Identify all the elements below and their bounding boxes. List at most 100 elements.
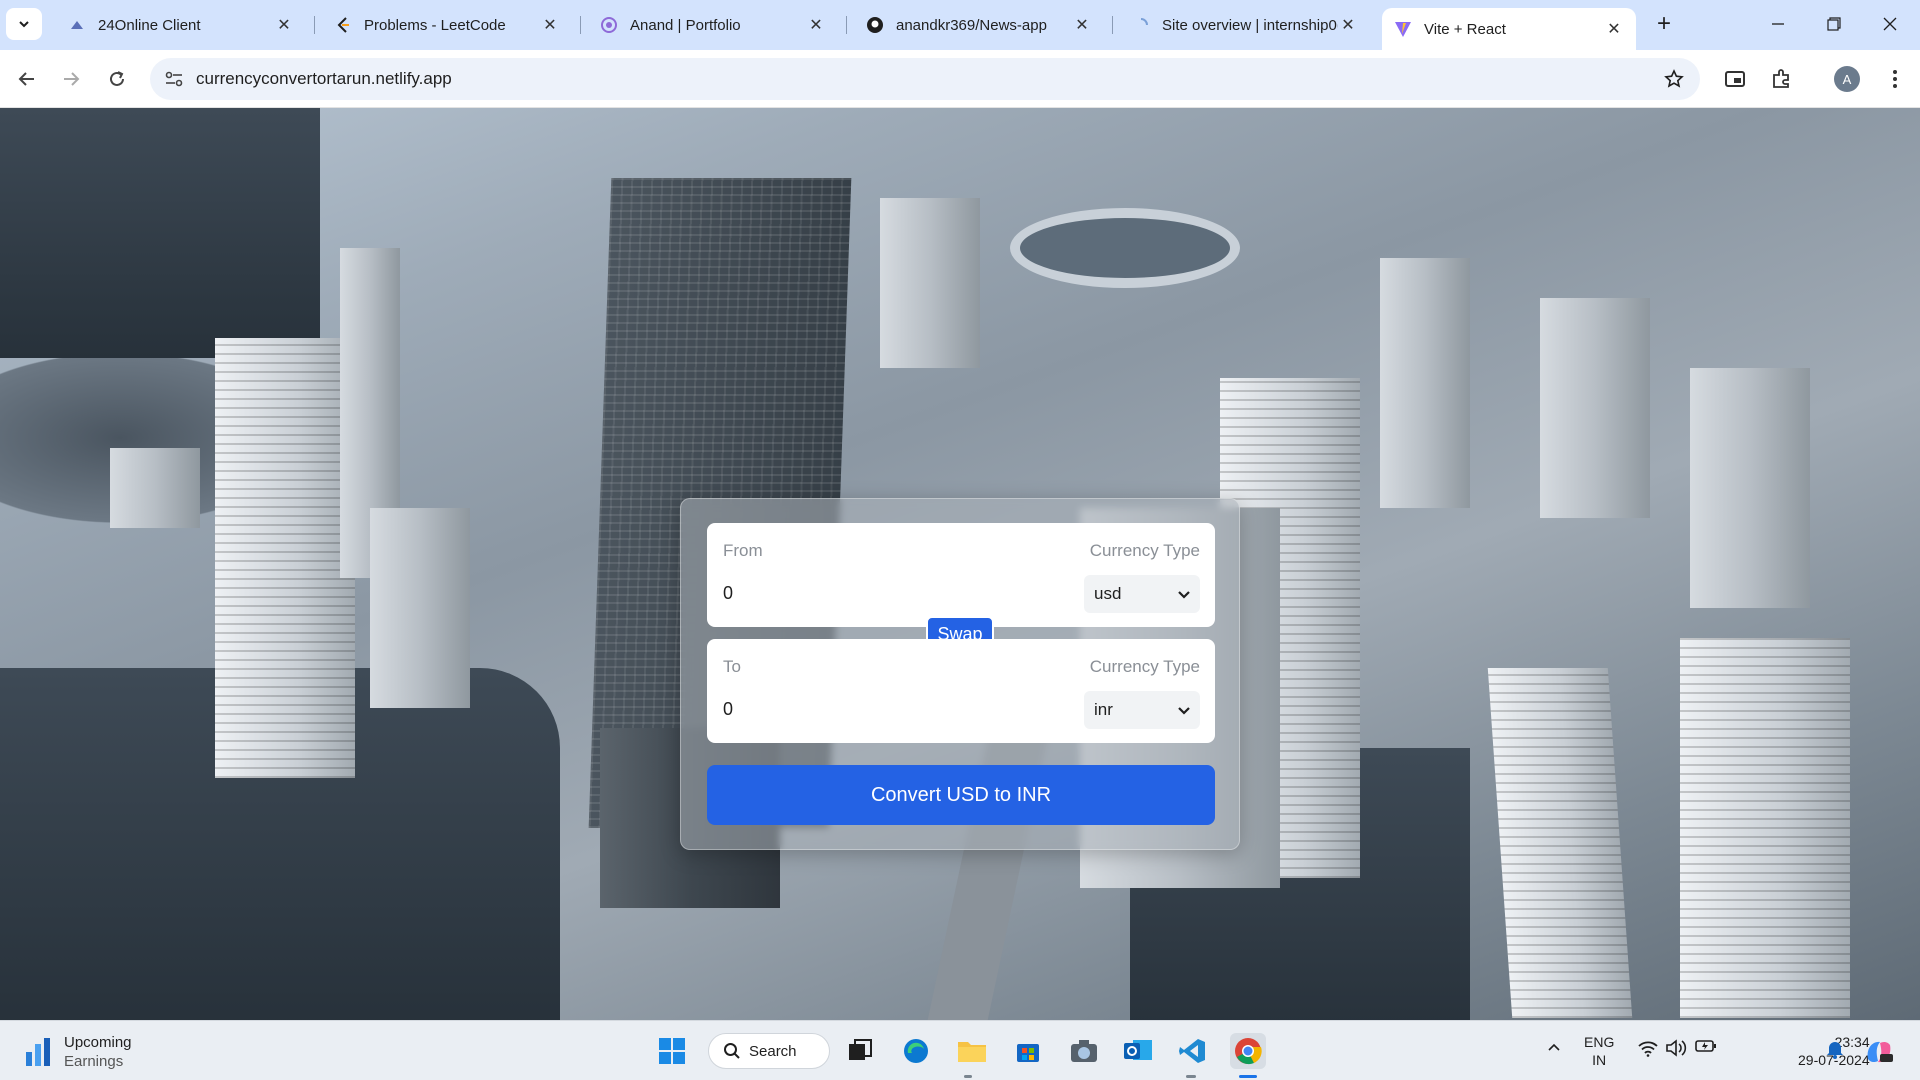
back-button[interactable]: [10, 62, 44, 96]
leetcode-icon: [334, 16, 352, 34]
tab-portfolio[interactable]: Anand | Portfolio ✕: [588, 8, 838, 42]
input-language-indicator[interactable]: ENG IN: [1584, 1033, 1614, 1069]
from-label: From: [723, 541, 763, 560]
file-explorer-icon: [958, 1042, 986, 1062]
camera-button[interactable]: [1066, 1033, 1102, 1069]
currency-converter-card: From Currency Type usd Swap To Currency …: [680, 498, 1240, 850]
outlook-icon: [1124, 1040, 1152, 1060]
minimize-button[interactable]: [1758, 6, 1798, 42]
extensions-button[interactable]: [1766, 64, 1796, 94]
tab-title: 24Online Client: [98, 16, 201, 34]
building: [1380, 258, 1470, 508]
close-tab-icon[interactable]: ✕: [1604, 19, 1624, 39]
stock-chart-icon: [26, 1038, 50, 1066]
chevron-down-icon: [1178, 707, 1190, 715]
tab-leetcode[interactable]: Problems - LeetCode ✕: [322, 8, 572, 42]
new-tab-button[interactable]: +: [1650, 10, 1678, 38]
portfolio-icon: [600, 16, 618, 34]
close-window-button[interactable]: [1870, 6, 1910, 42]
building: [370, 508, 470, 708]
tab-site-overview[interactable]: Site overview | internship0( ✕: [1120, 8, 1370, 42]
battery-icon: [1695, 1040, 1716, 1052]
from-currency-type-label: Currency Type: [1089, 541, 1200, 560]
tab-24online[interactable]: 24Online Client ✕: [56, 8, 306, 42]
tab-title: Vite + React: [1424, 20, 1506, 38]
menu-button[interactable]: [1880, 64, 1910, 94]
vscode-button[interactable]: [1174, 1033, 1210, 1069]
arrow-right-icon: [64, 72, 80, 86]
to-currency-value: inr: [1094, 700, 1113, 719]
search-label: Search: [749, 1042, 797, 1060]
from-field: From Currency Type usd: [707, 523, 1215, 627]
tab-title: Site overview | internship0(: [1162, 16, 1338, 34]
minimize-icon: [1772, 23, 1784, 25]
windows-taskbar: Upcoming Earnings Search ENG IN 23:34 29…: [0, 1020, 1920, 1080]
bookmark-star-icon[interactable]: [1662, 67, 1686, 91]
cloud-icon: [68, 16, 86, 34]
store-icon: [1017, 1044, 1039, 1062]
close-tab-icon[interactable]: ✕: [274, 15, 294, 35]
building: [1540, 298, 1650, 518]
url-text[interactable]: currencyconvertortarun.netlify.app: [196, 69, 452, 89]
cast-button[interactable]: [1720, 64, 1750, 94]
widget-subtitle: Earnings: [64, 1053, 124, 1070]
copilot-button[interactable]: [1862, 1039, 1896, 1065]
language-code: ENG: [1584, 1034, 1615, 1050]
edge-button[interactable]: [898, 1033, 934, 1069]
tab-separator: [314, 16, 315, 34]
running-indicator: [964, 1075, 972, 1078]
network-button[interactable]: [1636, 1039, 1660, 1057]
file-explorer-button[interactable]: [954, 1033, 990, 1069]
taskbar-search[interactable]: Search: [708, 1033, 830, 1069]
building: [1487, 668, 1633, 1018]
building: [110, 448, 200, 528]
to-currency-select[interactable]: inr: [1084, 691, 1200, 729]
tab-search-button[interactable]: [6, 8, 42, 40]
show-hidden-icons-button[interactable]: [1542, 1039, 1566, 1055]
widgets-button[interactable]: Upcoming Earnings: [24, 1033, 132, 1071]
battery-button[interactable]: [1694, 1039, 1718, 1053]
tab-separator: [1112, 16, 1113, 34]
to-label: To: [723, 657, 741, 676]
chrome-button[interactable]: [1230, 1033, 1266, 1069]
forward-button[interactable]: [54, 62, 88, 96]
task-view-button[interactable]: [842, 1033, 878, 1069]
speaker-icon: [1666, 1039, 1687, 1057]
tab-github[interactable]: anandkr369/News-app ✕: [854, 8, 1104, 42]
chevron-up-icon: [1548, 1043, 1560, 1051]
browser-toolbar: currencyconvertortarun.netlify.app: [0, 50, 1920, 108]
page-background: From Currency Type usd Swap To Currency …: [0, 108, 1920, 1020]
close-tab-icon[interactable]: ✕: [540, 15, 560, 35]
from-currency-select[interactable]: usd: [1084, 575, 1200, 613]
windows-start-icon: [659, 1038, 685, 1064]
from-currency-value: usd: [1094, 584, 1122, 603]
site-info-icon[interactable]: [164, 69, 184, 89]
picture-in-picture-icon: [1725, 71, 1745, 87]
start-button[interactable]: [654, 1033, 690, 1069]
profile-avatar[interactable]: A: [1834, 66, 1860, 92]
volume-button[interactable]: [1664, 1039, 1688, 1057]
edge-icon: [904, 1039, 928, 1063]
building: [1690, 368, 1810, 608]
close-icon: [1883, 17, 1897, 31]
close-tab-icon[interactable]: ✕: [806, 15, 826, 35]
outlook-button[interactable]: [1120, 1033, 1156, 1069]
notifications-button[interactable]: [1824, 1039, 1846, 1059]
arrow-left-icon: [18, 72, 34, 86]
address-bar[interactable]: currencyconvertortarun.netlify.app: [150, 58, 1700, 100]
convert-button[interactable]: Convert USD to INR: [707, 765, 1215, 825]
tab-title: Problems - LeetCode: [364, 16, 506, 34]
store-button[interactable]: [1010, 1033, 1046, 1069]
to-currency-type-label: Currency Type: [1089, 657, 1200, 676]
to-field: To Currency Type inr: [707, 639, 1215, 743]
tab-vite-react[interactable]: Vite + React ✕: [1382, 8, 1636, 50]
to-amount-input[interactable]: [723, 695, 1023, 723]
tab-separator: [846, 16, 847, 34]
from-amount-input[interactable]: [723, 579, 1023, 607]
reload-button[interactable]: [100, 62, 134, 96]
close-tab-icon[interactable]: ✕: [1072, 15, 1092, 35]
loading-icon: [1132, 16, 1150, 34]
bell-icon: [1827, 1042, 1843, 1059]
restore-button[interactable]: [1814, 6, 1854, 42]
close-tab-icon[interactable]: ✕: [1338, 15, 1358, 35]
